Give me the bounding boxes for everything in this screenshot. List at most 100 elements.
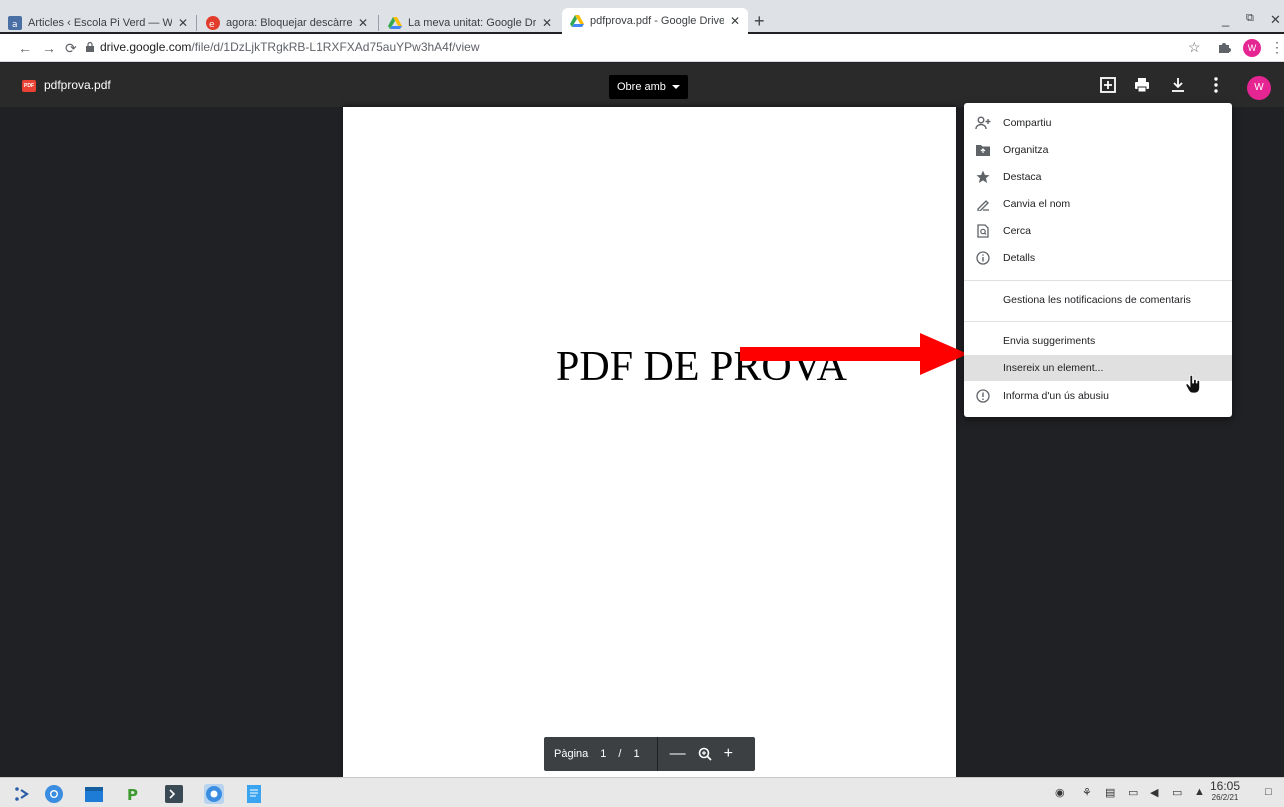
red-arrow-annotation [740,333,968,375]
menu-item-label: Insereix un element... [1003,362,1104,374]
bookmark-star-icon[interactable]: ☆ [1188,39,1201,56]
menu-item-organize[interactable]: Organitza [964,137,1232,163]
monitor-tray-icon[interactable]: ▭ [1172,786,1182,799]
tab-articles[interactable]: a Articles ‹ Escola Pi Verd — Wo ✕ [0,12,196,34]
menu-item-share[interactable]: Compartiu [964,110,1232,136]
tab-pdfprova[interactable]: pdfprova.pdf - Google Drive ✕ [562,8,748,34]
greenfoot-icon[interactable]: P [124,784,144,804]
pdf-file-icon: PDF [22,80,36,92]
menu-divider [964,280,1232,281]
chromium-icon[interactable] [44,784,64,804]
restore-icon[interactable]: ⧉ [1246,12,1254,25]
file-name: pdfprova.pdf [44,78,111,92]
tab-title: agora: Bloquejar descàrrega [226,17,352,29]
agora-favicon-icon: e [206,16,220,30]
google-drive-favicon-icon [570,15,584,27]
page-separator: / [618,748,622,760]
zoom-in-icon[interactable]: + [724,745,733,763]
menu-item-label: Organitza [1003,144,1049,156]
download-icon[interactable] [1168,75,1188,95]
menu-item-star[interactable]: Destaca [964,164,1232,190]
dropdown-caret-icon [671,85,680,90]
lock-icon [86,42,94,52]
viewer-toolbar: PDF pdfprova.pdf Obre amb W [0,63,1284,107]
zoom-reset-icon[interactable] [698,747,712,761]
svg-text:e: e [209,20,215,30]
report-icon [974,387,992,405]
pencil-icon [974,195,992,213]
pdf-page: PDF DE PROVA [343,107,968,777]
menu-divider [964,321,1232,322]
tab-title: La meva unitat: Google Drive [408,17,536,29]
reload-icon[interactable]: ⟳ [65,40,77,57]
menu-item-comment-notifications[interactable]: Gestiona les notificacions de comentaris [964,287,1232,313]
find-in-page-icon [974,222,992,240]
more-actions-icon[interactable] [1206,75,1226,95]
tab-title: pdfprova.pdf - Google Drive [590,15,724,27]
folder-move-icon [974,141,992,159]
display-tray-icon[interactable]: ▭ [1128,786,1138,799]
add-comment-icon[interactable] [1098,75,1118,95]
browser-menu-icon[interactable]: ⋮ [1270,39,1284,56]
menu-item-find[interactable]: Cerca [964,218,1232,244]
browser-tab-strip: a Articles ‹ Escola Pi Verd — Wo ✕ e ago… [0,0,1284,34]
info-icon [974,249,992,267]
profile-avatar[interactable]: W [1243,39,1261,57]
tab-separator [378,15,379,31]
tab-title: Articles ‹ Escola Pi Verd — Wo [28,17,172,29]
divider [656,737,658,771]
zoom-out-icon[interactable]: — [670,745,686,763]
tab-my-drive[interactable]: La meva unitat: Google Drive ✕ [380,12,560,34]
volume-tray-icon[interactable]: ◀ [1150,786,1158,799]
close-tab-icon[interactable]: ✕ [730,14,740,28]
menu-item-label: Compartiu [1003,117,1052,129]
menu-item-send-feedback[interactable]: Envia suggeriments [964,328,1232,354]
show-desktop-icon[interactable]: □ [1265,786,1272,798]
os-taskbar: P ◉ ⚘ ▤ ▭ ◀ ▭ ▲ 16:05 26/2/21 □ [0,777,1284,807]
svg-text:P: P [127,786,138,804]
extensions-puzzle-icon[interactable] [1218,41,1231,54]
menu-item-rename[interactable]: Canvia el nom [964,191,1232,217]
clock-date: 26/2/21 [1211,793,1239,802]
clock-time: 16:05 [1210,779,1241,793]
svg-text:a: a [12,20,18,30]
print-icon[interactable] [1132,75,1152,95]
total-pages: 1 [633,748,640,760]
forward-icon[interactable]: → [42,40,56,56]
network-tray-icon[interactable]: ⚘ [1082,786,1092,799]
menu-item-label: Detalls [1003,252,1036,264]
window-close-icon[interactable]: ✕ [1270,12,1281,28]
new-tab-icon[interactable]: + [754,11,765,32]
menu-item-label: Informa d'un ús abusiu [1003,390,1109,402]
menu-item-details[interactable]: Detalls [964,245,1232,271]
current-page-input[interactable]: 1 [600,748,606,760]
updates-tray-icon[interactable]: ◉ [1055,786,1065,799]
url-path: /file/d/1DzLjkTRgkRB-L1RXFXAd75auYPw3hA4… [191,40,480,54]
tab-agora[interactable]: e agora: Bloquejar descàrrega ✕ [198,12,376,34]
terminal-icon[interactable] [164,784,184,804]
menu-item-label: Cerca [1003,225,1032,237]
menu-item-label: Canvia el nom [1003,198,1071,210]
menu-item-label: Gestiona les notificacions de comentaris [1003,294,1191,306]
page-zoom-bar: Pàgina 1 / 1 — + [544,737,755,771]
minimize-icon[interactable]: _ [1222,12,1229,27]
page-label: Pàgina [554,748,589,760]
more-actions-menu: Compartiu Organitza Destaca Canvia el no… [964,103,1232,417]
url-field[interactable]: drive.google.com/file/d/1DzLjkTRgkRB-L1R… [100,40,480,54]
app-launcher-icon[interactable] [12,784,32,804]
system-clock[interactable]: 16:05 26/2/21 [1210,779,1241,803]
url-host: drive.google.com [100,40,192,54]
close-tab-icon[interactable]: ✕ [178,16,188,30]
clipboard-tray-icon[interactable]: ▤ [1105,786,1115,799]
text-editor-icon[interactable] [244,784,264,804]
close-tab-icon[interactable]: ✕ [358,16,368,30]
close-tab-icon[interactable]: ✕ [542,16,552,30]
file-manager-icon[interactable] [84,784,104,804]
account-avatar[interactable]: W [1247,76,1271,100]
star-icon [974,168,992,186]
open-with-button[interactable]: Obre amb [609,75,688,99]
chrome-active-icon[interactable] [204,784,224,804]
menu-item-label: Destaca [1003,171,1042,183]
back-icon[interactable]: ← [18,40,32,56]
tray-expand-icon[interactable]: ▲ [1194,786,1205,798]
